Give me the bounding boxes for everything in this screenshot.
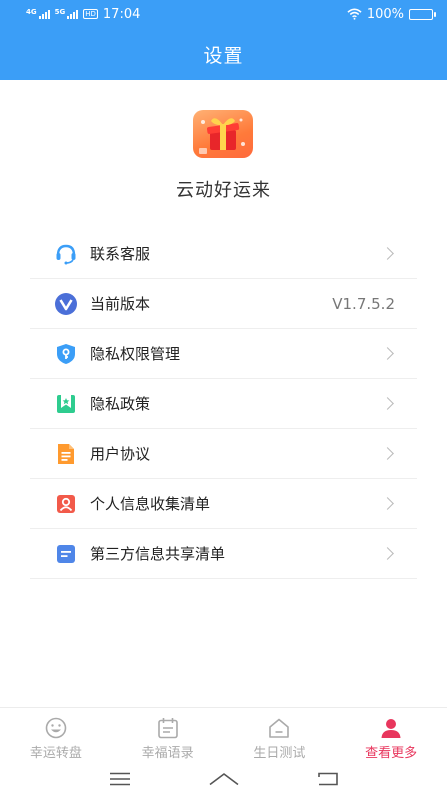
person-card-icon: [54, 492, 78, 516]
cellular-signal-icon: 4G: [26, 9, 50, 19]
menu-item-current-version[interactable]: 当前版本 V1.7.5.2: [30, 279, 417, 329]
menu-item-label: 联系客服: [90, 245, 151, 263]
app-name: 云动好运来: [176, 180, 271, 201]
house-icon: [267, 717, 291, 739]
menu-item-third-party-sharing-list[interactable]: 第三方信息共享清单: [30, 529, 417, 579]
shield-key-icon: [54, 342, 78, 366]
status-time: 17:04: [102, 6, 141, 22]
status-bar: 4G 5G HD 17:04 100%: [0, 0, 447, 28]
chevron-right-icon: [381, 347, 394, 360]
tab-happy-quotes[interactable]: 幸福语录: [112, 708, 224, 763]
status-right: 100%: [347, 6, 436, 22]
version-icon: [54, 292, 78, 316]
back-icon[interactable]: [317, 771, 339, 790]
menu-item-label: 当前版本: [90, 295, 151, 313]
menu-item-privacy-permissions[interactable]: 隐私权限管理: [30, 329, 417, 379]
settings-menu: 联系客服 当前版本 V1.7.5.2 隐私权限管理 隐私政策 用户协议 个人信息…: [30, 229, 417, 579]
tab-see-more[interactable]: 查看更多: [335, 708, 447, 763]
home-icon[interactable]: [208, 771, 240, 790]
menu-item-privacy-policy[interactable]: 隐私政策: [30, 379, 417, 429]
tab-birthday-test[interactable]: 生日测试: [224, 708, 336, 763]
menu-item-label: 隐私权限管理: [90, 345, 181, 363]
page-title: 设置: [203, 44, 244, 67]
chevron-right-icon: [381, 397, 394, 410]
chevron-right-icon: [381, 247, 394, 260]
title-bar: 设置: [0, 28, 447, 80]
document-icon: [54, 442, 78, 466]
cellular-signal-icon-2: 5G: [55, 9, 79, 19]
menu-item-label: 用户协议: [90, 445, 151, 463]
tab-label: 幸运转盘: [29, 746, 82, 761]
menu-item-label: 隐私政策: [90, 395, 151, 413]
menu-item-label: 个人信息收集清单: [90, 495, 211, 513]
tab-label: 幸福语录: [141, 746, 194, 761]
battery-percent: 100%: [366, 6, 404, 22]
calendar-icon: [156, 717, 180, 739]
app-logo: [193, 110, 253, 158]
tab-label: 查看更多: [365, 746, 418, 761]
network-type-label-2: 5G: [54, 8, 66, 16]
tab-lucky-wheel[interactable]: 幸运转盘: [0, 708, 112, 763]
menu-item-user-agreement[interactable]: 用户协议: [30, 429, 417, 479]
chevron-right-icon: [381, 547, 394, 560]
battery-icon: [409, 8, 436, 20]
menu-item-label: 第三方信息共享清单: [90, 545, 226, 563]
smiley-icon: [44, 717, 68, 739]
list-card-icon: [54, 542, 78, 566]
menu-item-customer-service[interactable]: 联系客服: [30, 229, 417, 279]
chevron-right-icon: [381, 447, 394, 460]
menu-icon[interactable]: [109, 771, 131, 790]
bookmark-star-icon: [54, 392, 78, 416]
hd-badge: HD: [83, 9, 98, 19]
menu-item-personal-info-list[interactable]: 个人信息收集清单: [30, 479, 417, 529]
status-left: 4G 5G HD 17:04: [26, 7, 140, 22]
headset-icon: [54, 242, 78, 266]
system-nav-bar: [0, 763, 447, 797]
version-value: V1.7.5.2: [332, 294, 395, 313]
gift-logo-icon: [199, 118, 245, 154]
wifi-icon: [347, 8, 362, 20]
user-icon: [379, 717, 403, 739]
network-type-label: 4G: [26, 8, 37, 16]
bottom-tab-bar: 幸运转盘 幸福语录 生日测试 查看更多: [0, 707, 447, 763]
chevron-right-icon: [381, 497, 394, 510]
tab-label: 生日测试: [253, 746, 306, 761]
